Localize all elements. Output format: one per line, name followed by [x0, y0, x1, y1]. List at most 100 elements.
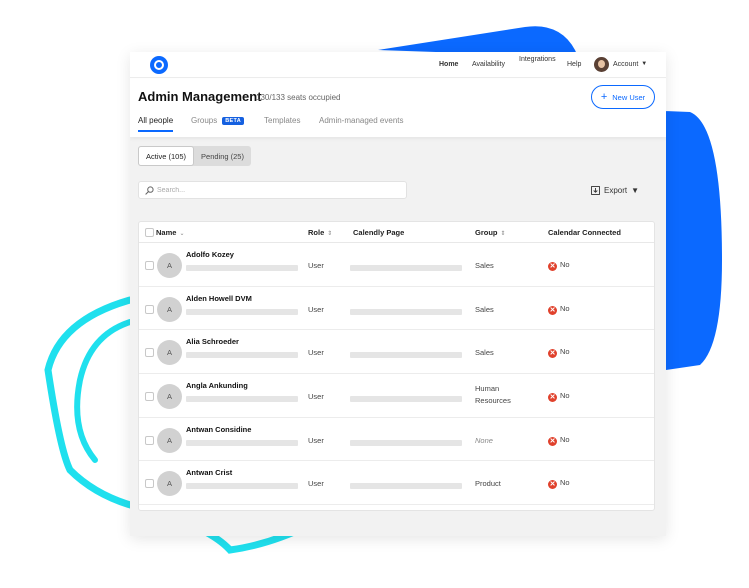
row-checkbox[interactable]: [145, 435, 154, 445]
email-placeholder-bar: [186, 396, 298, 403]
table-row[interactable]: A Antwan Considine User None ✕ No: [139, 418, 654, 462]
user-role: User: [308, 304, 324, 314]
calendly-page-placeholder-bar: [350, 483, 462, 490]
table-row[interactable]: A Alden Howell DVM User Sales ✕ No: [139, 287, 654, 331]
x-circle-icon: ✕: [548, 480, 557, 490]
email-placeholder-bar: [186, 439, 298, 446]
calendar-connected-status: ✕ No: [548, 435, 570, 446]
table-header: Name ⌄ Role ⇕ Calendly Page Group ⇕ Calenda…: [139, 222, 654, 243]
chevron-down-icon: ⌄: [179, 231, 185, 237]
users-table: Name ⌄ Role ⇕ Calendly Page Group ⇕ Calenda…: [138, 221, 655, 511]
calendar-connected-status: ✕ No: [548, 347, 570, 359]
column-calendly-page: Calendly Page: [353, 228, 405, 237]
user-group: Product: [475, 479, 501, 489]
calendar-connected-status: ✕ No: [548, 260, 570, 271]
avatar: A: [157, 427, 182, 453]
user-name[interactable]: Angla Ankunding: [186, 381, 248, 390]
user-name[interactable]: Alia Schroeder: [186, 337, 239, 346]
nav-integrations[interactable]: Integrations: [519, 56, 556, 64]
table-row[interactable]: A Alia Schroeder User Sales ✕ No: [139, 330, 654, 375]
account-avatar[interactable]: [594, 57, 609, 72]
calendar-connected-value: No: [560, 434, 570, 444]
user-group: Sales: [475, 348, 494, 358]
segment-active[interactable]: Active (105): [138, 146, 195, 166]
row-checkbox[interactable]: [145, 348, 154, 358]
export-button[interactable]: Export ▼: [591, 186, 639, 195]
user-group: Sales: [475, 261, 494, 270]
table-row[interactable]: A Angla Ankunding User Human Resources ✕ N…: [139, 374, 654, 418]
search-input[interactable]: [157, 186, 397, 194]
calendar-connected-status: ✕ No: [548, 478, 570, 490]
calendar-connected-value: No: [560, 391, 570, 401]
main-content: Active (105) Pending (25) Export ▼ Name⌄: [130, 137, 666, 536]
table-row[interactable]: A Antwan Crist User Product ✕ No: [139, 461, 654, 506]
calendar-connected-status: ✕ No: [548, 304, 570, 315]
user-role: User: [308, 479, 324, 489]
tab-all-people[interactable]: All people: [138, 116, 174, 132]
new-user-button[interactable]: + New User: [591, 85, 655, 109]
x-circle-icon: ✕: [548, 349, 557, 359]
nav-home[interactable]: Home: [439, 61, 458, 68]
search-icon: [145, 185, 154, 195]
user-group: None: [475, 435, 493, 445]
calendly-page-placeholder-bar: [350, 396, 462, 403]
page-header: Admin Management 130/133 seats occupied …: [130, 79, 666, 137]
avatar: A: [157, 296, 182, 322]
nav-help[interactable]: Help: [567, 61, 581, 68]
user-name[interactable]: Adolfo Kozey: [186, 250, 234, 259]
user-group-line-2: Resources: [475, 396, 511, 406]
tab-admin-managed-events[interactable]: Admin-managed events: [319, 116, 404, 125]
avatar: A: [157, 253, 182, 278]
caret-down-icon: ▼: [631, 186, 640, 195]
cyan-wave-shape-2: [74, 319, 133, 463]
export-label: Export: [604, 186, 628, 195]
user-role: User: [308, 261, 324, 270]
x-circle-icon: ✕: [548, 305, 557, 315]
row-checkbox[interactable]: [145, 392, 154, 402]
status-segmented-control: Active (105) Pending (25): [138, 146, 251, 166]
row-checkbox[interactable]: [145, 261, 154, 270]
export-icon: [591, 186, 600, 195]
user-name[interactable]: Antwan Considine: [186, 425, 251, 434]
tab-templates[interactable]: Templates: [264, 116, 300, 125]
column-role[interactable]: Role ⇕: [308, 228, 332, 237]
row-checkbox[interactable]: [145, 479, 154, 489]
user-role: User: [308, 435, 324, 445]
nav-availability[interactable]: Availability: [472, 61, 505, 68]
email-placeholder-bar: [186, 483, 298, 490]
tab-groups[interactable]: Groups BETA: [191, 116, 244, 125]
search-box: [138, 181, 407, 199]
column-name[interactable]: Name ⌄: [156, 228, 184, 237]
sort-icon: ⇕: [500, 231, 506, 237]
avatar: A: [157, 471, 182, 497]
calendly-page-placeholder-bar: [350, 265, 462, 271]
calendar-connected-value: No: [560, 303, 570, 313]
row-checkbox[interactable]: [145, 304, 154, 314]
page-title: Admin Management: [138, 89, 262, 104]
calendly-page-placeholder-bar: [350, 439, 462, 446]
user-role: User: [308, 348, 324, 358]
select-all-checkbox[interactable]: [145, 228, 154, 237]
column-name-label: Name: [156, 228, 177, 237]
table-row[interactable]: A Adolfo Kozey User Sales ✕ No: [139, 243, 654, 287]
segment-pending[interactable]: Pending (25): [194, 146, 251, 166]
new-user-label: New User: [612, 92, 646, 102]
calendar-connected-status: ✕ No: [548, 391, 570, 403]
plus-icon: +: [600, 90, 608, 103]
calendly-logo-icon[interactable]: [150, 56, 168, 74]
sort-icon: ⇕: [327, 231, 333, 237]
calendly-page-placeholder-bar: [350, 352, 462, 359]
calendly-page-placeholder-bar: [350, 308, 462, 315]
column-group-label: Group: [475, 228, 498, 237]
calendar-connected-value: No: [560, 260, 570, 269]
app-window: Home Availability Integrations Help Acco…: [130, 52, 666, 536]
user-name[interactable]: Alden Howell DVM: [186, 294, 252, 303]
account-label: Account: [613, 61, 639, 68]
column-group[interactable]: Group ⇕: [475, 228, 506, 237]
user-name[interactable]: Antwan Crist: [186, 468, 232, 477]
avatar: A: [157, 340, 182, 366]
x-circle-icon: ✕: [548, 262, 557, 271]
account-menu[interactable]: Account ▼: [613, 61, 647, 68]
user-group-line-1: Human: [475, 384, 500, 394]
user-group: Sales: [475, 304, 494, 314]
